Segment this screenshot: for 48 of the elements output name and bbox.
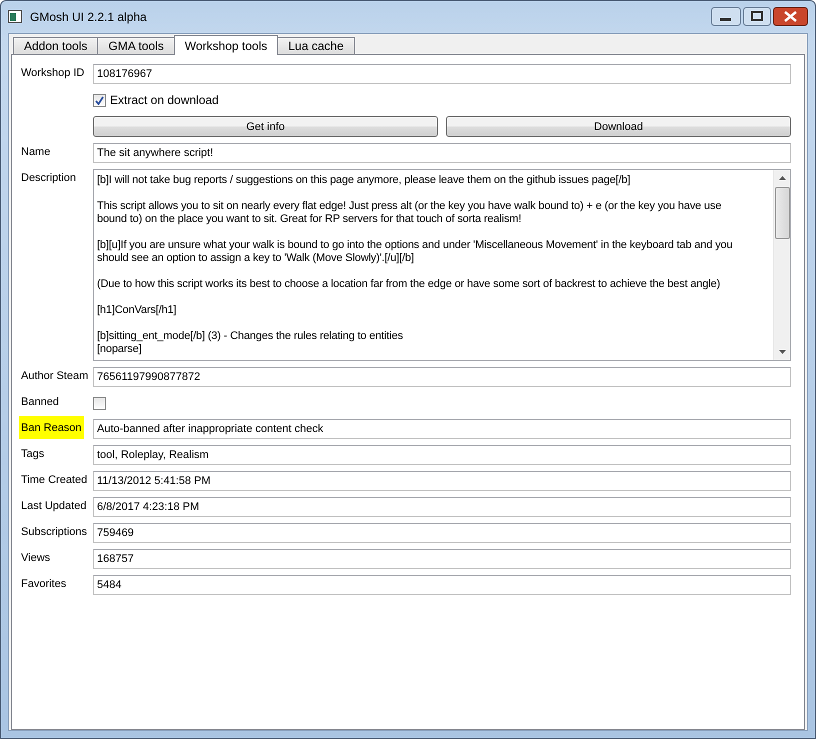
- scroll-up-icon: [778, 176, 786, 180]
- action-button[interactable]: Download: [446, 116, 791, 137]
- description-line: bound to) on the place you want to sit. Great for RP servers for that touch of sorta realism!: [97, 213, 522, 226]
- author-steam-field[interactable]: 76561197990877872: [93, 367, 791, 387]
- tab[interactable]: Lua cache: [277, 37, 355, 54]
- description-line: (Due to how this script works its best to choose a location far from the edge or have some sort of backrest to achieve the best angle): [97, 278, 722, 291]
- description-line: [b][u]If you are unsure what your walk is bound to go into the options and under 'Miscellaneous Movement' in the keyboard tab and you: [97, 239, 734, 252]
- workshop-id-field[interactable]: 108176967: [93, 64, 791, 84]
- detail-field[interactable]: Auto-banned after inappropriate content check: [93, 419, 791, 439]
- action-button[interactable]: Get info: [93, 116, 438, 137]
- detail-field[interactable]: 759469: [93, 523, 791, 543]
- detail-field[interactable]: tool, Roleplay, Realism: [93, 445, 791, 465]
- field-label: Views: [20, 551, 52, 564]
- field-label: Ban Reason: [19, 416, 84, 439]
- description-line: [noparse]: [97, 343, 143, 356]
- description-line: should see an option to assign a key to 'Walk (Move Slowly)'.[/u][/b]: [97, 252, 415, 265]
- field-label: Workshop ID: [20, 66, 86, 79]
- description-line: [b]I will not take bug reports / suggestions on this page anymore, please leave them on the github issues page[/b]: [97, 174, 632, 187]
- app-icon: [8, 10, 24, 24]
- field-label: Subscriptions: [20, 525, 88, 538]
- field-label: Name: [20, 145, 52, 158]
- name-field[interactable]: The sit anywhere script!: [93, 143, 791, 163]
- detail-field[interactable]: 168757: [93, 549, 791, 569]
- description-line: [h1]ConVars[/h1]: [97, 304, 178, 317]
- description-line: [b]sitting_ent_mode[/b] (3) - Changes the rules relating to entities: [97, 330, 404, 343]
- tab[interactable]: Workshop tools: [174, 35, 278, 55]
- detail-field[interactable]: 5484: [93, 575, 791, 595]
- window-title: GMosh UI 2.2.1 alpha: [30, 10, 147, 24]
- scrollbar[interactable]: [773, 170, 790, 360]
- window-controls-drawing[interactable]: [711, 7, 808, 27]
- field-label: Tags: [20, 447, 46, 460]
- field-label: Favorites: [20, 577, 68, 590]
- detail-field[interactable]: 11/13/2012 5:41:58 PM: [93, 471, 791, 491]
- tab[interactable]: GMA tools: [97, 37, 175, 54]
- description-line: This script allows you to sit on nearly every flat edge! Just press alt (or the key you have walk bound to) + e (or the key you have use: [97, 200, 722, 213]
- field-label: Description: [20, 171, 78, 184]
- scroll-down-icon: [778, 350, 786, 354]
- check-icon: [95, 96, 104, 104]
- tab[interactable]: Addon tools: [13, 37, 98, 54]
- extract-checkbox[interactable]: Extract on download: [93, 90, 791, 110]
- detail-field[interactable]: 6/8/2017 4:23:18 PM: [93, 497, 791, 517]
- description-area[interactable]: [93, 169, 791, 361]
- field-label: Last Updated: [20, 499, 88, 512]
- scroll-thumb[interactable]: [774, 187, 790, 239]
- banned-checkbox[interactable]: [93, 396, 106, 410]
- field-label: Time Created: [20, 473, 88, 486]
- field-label: Author Steam: [20, 369, 90, 382]
- field-label: Banned: [20, 395, 60, 408]
